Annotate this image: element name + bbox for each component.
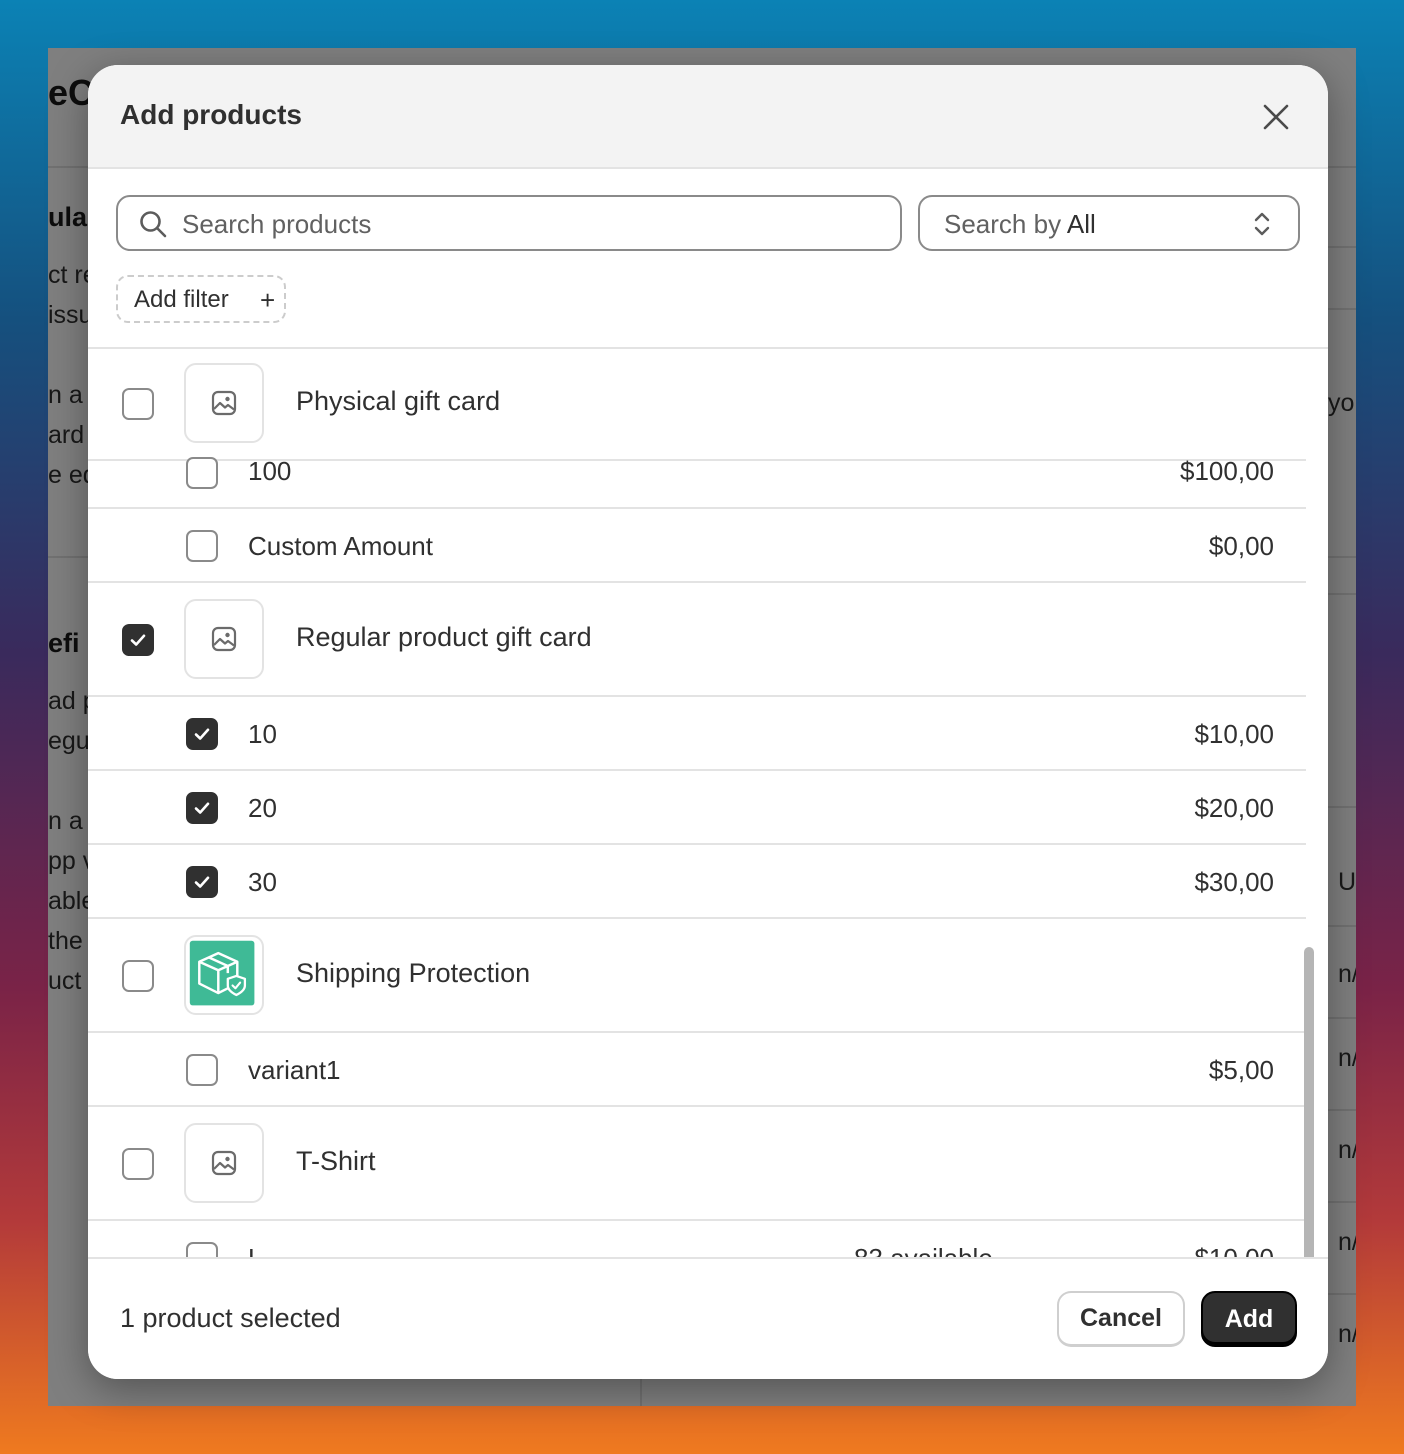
list-scrollbar[interactable]: [1304, 947, 1314, 1257]
search-by-value: All: [1066, 209, 1096, 239]
product-thumbnail: [184, 1123, 264, 1203]
product-checkbox[interactable]: [122, 624, 154, 656]
modal-footer: 1 product selected Cancel Add: [88, 1257, 1328, 1379]
variant-price: $5,00: [1208, 1055, 1274, 1085]
variant-checkbox[interactable]: [186, 457, 218, 489]
product-checkbox[interactable]: [122, 1148, 154, 1180]
plus-icon: +: [260, 285, 276, 315]
product-name: T-Shirt: [296, 1146, 376, 1176]
image-placeholder-icon: [211, 1150, 237, 1176]
variant-row[interactable]: 10 $10,00: [88, 697, 1306, 771]
close-icon: [1263, 104, 1289, 130]
add-filter-label: Add filter: [134, 286, 229, 313]
product-thumbnail: [184, 935, 264, 1015]
modal-header: Add products: [88, 65, 1328, 169]
variant-price: $10,00: [1194, 719, 1274, 749]
chevron-up-down-icon: [1254, 212, 1270, 236]
variant-row[interactable]: Custom Amount $0,00: [88, 509, 1306, 583]
variant-checkbox[interactable]: [186, 866, 218, 898]
variant-checkbox[interactable]: [186, 1054, 218, 1086]
selected-count-text: 1 product selected: [120, 1303, 341, 1333]
product-checkbox[interactable]: [122, 960, 154, 992]
search-by-label: Search by: [944, 209, 1062, 239]
variant-price: $10,00: [1194, 1243, 1274, 1257]
modal-title: Add products: [120, 99, 302, 130]
add-button[interactable]: Add: [1201, 1291, 1297, 1347]
package-shield-icon: [189, 940, 255, 1006]
image-placeholder-icon: [211, 390, 237, 416]
product-list[interactable]: Physical gift card 100 $100,00 Custom Am…: [88, 347, 1328, 1257]
variant-row[interactable]: 100 $100,00: [88, 456, 1306, 509]
variant-name: 100: [248, 456, 292, 486]
variant-checkbox[interactable]: [186, 1242, 218, 1257]
variant-name: 10: [248, 719, 277, 749]
image-placeholder-icon: [211, 626, 237, 652]
search-field[interactable]: [116, 195, 902, 251]
variant-row[interactable]: 30 $30,00: [88, 845, 1306, 919]
product-thumbnail: [184, 363, 264, 443]
product-name: Regular product gift card: [296, 622, 592, 652]
variant-checkbox[interactable]: [186, 718, 218, 750]
product-row[interactable]: Physical gift card: [88, 349, 1306, 461]
variant-name: Custom Amount: [248, 531, 433, 561]
variant-price: $30,00: [1194, 867, 1274, 897]
variant-name: 20: [248, 793, 277, 823]
product-row[interactable]: T-Shirt: [88, 1107, 1306, 1221]
variant-name: 30: [248, 867, 277, 897]
variant-row[interactable]: variant1 $5,00: [88, 1033, 1306, 1107]
variant-name: L: [248, 1243, 262, 1257]
add-products-modal: Add products Search by All Add filter +: [88, 65, 1328, 1379]
search-input[interactable]: [180, 197, 884, 251]
variant-row[interactable]: 20 $20,00: [88, 771, 1306, 845]
product-row[interactable]: Regular product gift card: [88, 583, 1306, 697]
cancel-button[interactable]: Cancel: [1057, 1291, 1185, 1347]
variant-price: $0,00: [1208, 531, 1274, 561]
close-button[interactable]: [1258, 99, 1294, 135]
variant-price: $20,00: [1194, 793, 1274, 823]
variant-availability: 83 available: [854, 1243, 993, 1257]
search-icon: [140, 211, 167, 238]
variant-name: variant1: [248, 1055, 341, 1085]
variant-row[interactable]: L 83 available $10,00: [88, 1221, 1306, 1257]
checkmark-icon: [194, 802, 210, 814]
search-by-select[interactable]: Search by All: [918, 195, 1300, 251]
search-by-text: Search by All: [944, 209, 1096, 240]
product-name: Physical gift card: [296, 386, 501, 416]
checkmark-icon: [194, 728, 210, 740]
checkmark-icon: [130, 634, 146, 646]
checkmark-icon: [194, 876, 210, 888]
product-row[interactable]: Shipping Protection: [88, 919, 1306, 1033]
product-name: Shipping Protection: [296, 958, 531, 988]
add-filter-button[interactable]: Add filter +: [116, 275, 286, 323]
variant-price: $100,00: [1180, 456, 1274, 486]
variant-checkbox[interactable]: [186, 792, 218, 824]
product-checkbox[interactable]: [122, 388, 154, 420]
product-thumbnail: [184, 599, 264, 679]
variant-checkbox[interactable]: [186, 530, 218, 562]
